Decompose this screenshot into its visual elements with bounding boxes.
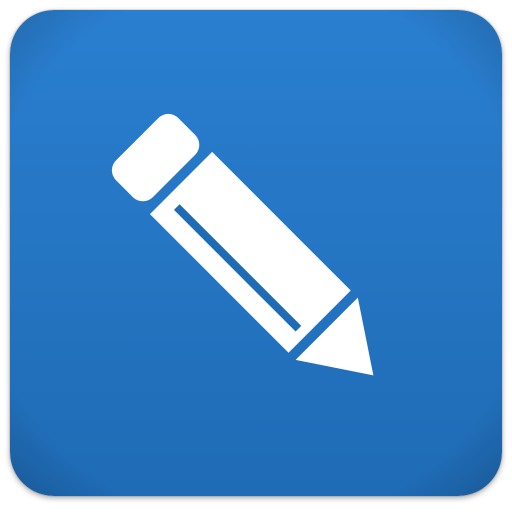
pencil-icon bbox=[10, 10, 502, 496]
edit-app-icon[interactable] bbox=[10, 10, 502, 496]
icon-canvas bbox=[0, 0, 512, 512]
